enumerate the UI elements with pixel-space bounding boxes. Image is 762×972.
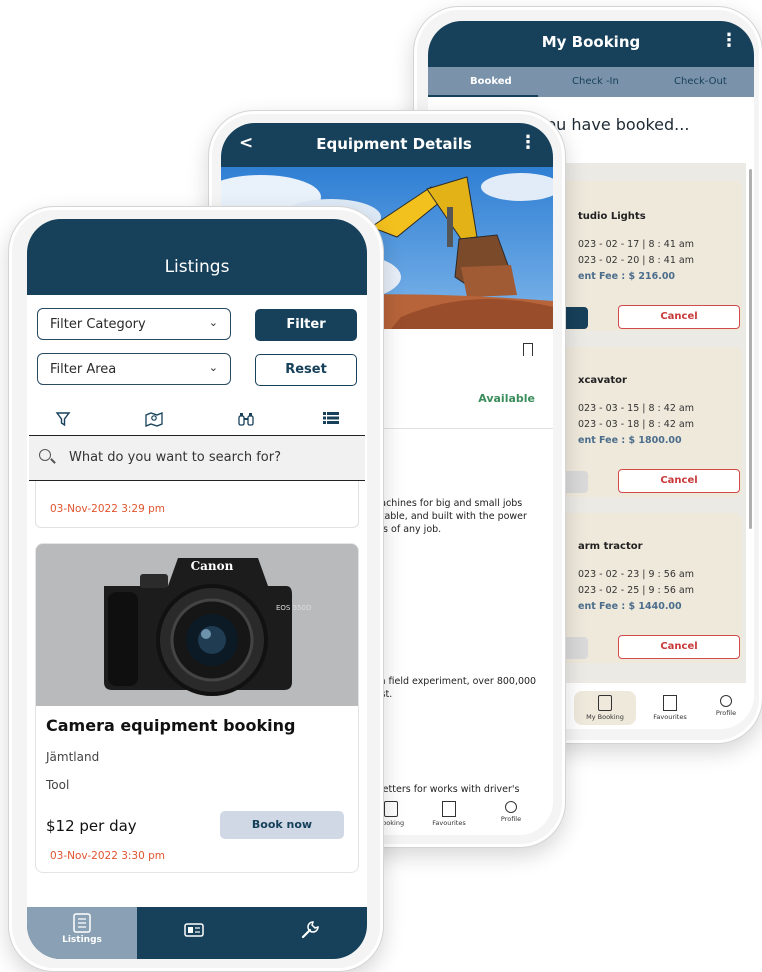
cancel-button[interactable]: Cancel: [618, 305, 740, 329]
listing-category: Tool: [46, 778, 70, 792]
booking-end: 023 - 02 - 25 | 9 : 56 am: [578, 585, 694, 596]
nav-label: Favourites: [653, 713, 687, 721]
nav-label: Profile: [500, 815, 522, 823]
bookmark-icon: [442, 801, 456, 817]
booking-start: 023 - 02 - 17 | 8 : 41 am: [578, 239, 694, 250]
chevron-down-icon: ⌄: [208, 316, 218, 329]
nav-favourites[interactable]: Favourites: [640, 691, 700, 721]
description-line: ortable, and built with the power: [371, 511, 527, 522]
filter-category-select[interactable]: Filter Category ⌄: [37, 308, 231, 340]
filter-icon[interactable]: [55, 411, 71, 427]
profile-icon: [505, 801, 517, 813]
list-view-icon[interactable]: [323, 411, 339, 425]
more-menu-icon[interactable]: ⋮: [519, 132, 537, 153]
binoculars-icon[interactable]: [237, 411, 255, 427]
phone-listings: Listings Filter Category ⌄ Filter Filter…: [8, 206, 384, 972]
listing-title: Camera equipment booking: [46, 716, 296, 735]
booking-name: arm tractor: [578, 541, 643, 552]
tab-booked[interactable]: Booked: [470, 76, 512, 87]
listing-card-previous[interactable]: 03-Nov-2022 3:29 pm: [35, 481, 359, 528]
filter-area-label: Filter Area: [50, 362, 117, 377]
listings-screen: Listings Filter Category ⌄ Filter Filter…: [27, 219, 367, 959]
tab-listings[interactable]: Listings: [27, 907, 137, 959]
booking-fee: ent Fee : $ 216.00: [578, 271, 676, 282]
booking-name: tudio Lights: [578, 211, 646, 222]
tab-check-out[interactable]: Check-Out: [674, 76, 727, 87]
profile-icon: [720, 695, 732, 707]
tab-check-in[interactable]: Check -In: [572, 76, 619, 87]
bookmark-icon[interactable]: [523, 343, 533, 356]
page-title: My Booking: [541, 33, 641, 51]
booking-icon: [384, 801, 398, 817]
booking-end: 023 - 03 - 18 | 8 : 42 am: [578, 419, 694, 430]
camera-image: Canon EOS 550D: [36, 544, 358, 706]
tab-id-card[interactable]: [137, 907, 252, 959]
listing-location: Jämtland: [46, 750, 100, 764]
listing-card[interactable]: Canon EOS 550D Camera equipment booking …: [35, 543, 359, 873]
availability-status: Available: [478, 392, 535, 405]
filter-button[interactable]: Filter: [255, 309, 357, 341]
booking-tabs: Booked Check -In Check-Out: [428, 67, 754, 97]
filter-category-label: Filter Category: [50, 317, 146, 332]
listing-image: Canon EOS 550D: [36, 544, 358, 706]
more-menu-icon[interactable]: ⋮: [720, 30, 738, 51]
booking-icon: [598, 695, 612, 711]
booking-name: xcavator: [578, 375, 627, 386]
description-line: machines for big and small jobs: [371, 498, 523, 509]
booking-fee: ent Fee : $ 1800.00: [578, 435, 682, 446]
experiment-line: ion field experiment, over 800,000: [371, 676, 537, 687]
details-header: < Equipment Details ⋮: [221, 123, 553, 167]
nav-label: Profile: [715, 709, 737, 717]
search-input[interactable]: What do you want to search for?: [69, 450, 281, 465]
id-card-icon: [184, 923, 204, 937]
wrench-icon: [301, 921, 319, 939]
cancel-button[interactable]: Cancel: [618, 635, 740, 659]
booking-start: 023 - 03 - 15 | 8 : 42 am: [578, 403, 694, 414]
camera-model-text: EOS 550D: [276, 604, 311, 612]
nav-profile[interactable]: Profile: [696, 691, 754, 717]
nav-favourites[interactable]: Favourites: [419, 801, 479, 827]
bookmark-icon: [663, 695, 677, 711]
list-icon: [73, 913, 91, 933]
nav-profile[interactable]: Profile: [481, 801, 541, 823]
tab-tools[interactable]: [252, 907, 367, 959]
listing-date: 03-Nov-2022 3:29 pm: [50, 503, 166, 515]
booking-end: 023 - 02 - 20 | 8 : 41 am: [578, 255, 694, 266]
booking-header: My Booking ⋮: [428, 21, 754, 67]
active-tab-indicator: [428, 95, 538, 97]
nav-label: Favourites: [432, 819, 466, 827]
booking-start: 023 - 02 - 23 | 9 : 56 am: [578, 569, 694, 580]
tab-label: Listings: [62, 935, 102, 945]
search-icon: [39, 449, 51, 461]
listings-header: Listings: [27, 219, 367, 295]
listing-date: 03-Nov-2022 3:30 pm: [50, 850, 166, 862]
camera-brand-text: Canon: [191, 559, 234, 573]
license-line: n letters for works with driver's: [371, 784, 520, 795]
search-bar[interactable]: What do you want to search for?: [29, 435, 365, 481]
booking-fee: ent Fee : $ 1440.00: [578, 601, 682, 612]
nav-my-booking[interactable]: My Booking: [574, 691, 636, 725]
chevron-down-icon: ⌄: [208, 361, 218, 374]
scrollbar[interactable]: [749, 169, 752, 529]
cancel-button[interactable]: Cancel: [618, 469, 740, 493]
bottom-tab-bar: Listings: [27, 907, 367, 959]
page-title: Equipment Details: [316, 135, 472, 153]
map-icon[interactable]: [145, 411, 163, 427]
filter-area-select[interactable]: Filter Area ⌄: [37, 353, 231, 385]
reset-button[interactable]: Reset: [255, 354, 357, 386]
listing-price: $12 per day: [46, 817, 137, 835]
book-now-button[interactable]: Book now: [220, 811, 344, 839]
nav-label: My Booking: [586, 713, 624, 721]
page-title: Listings: [164, 257, 230, 277]
